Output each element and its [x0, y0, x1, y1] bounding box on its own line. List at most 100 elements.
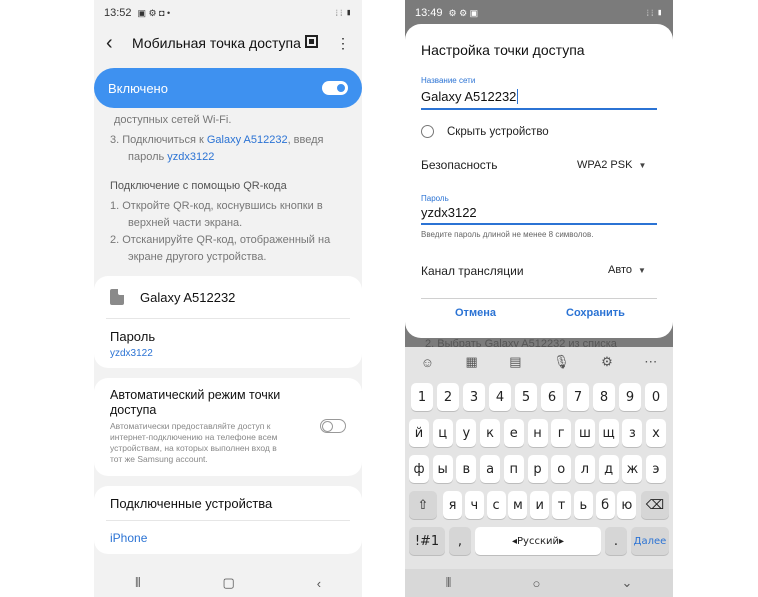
key-с[interactable]: с [486, 491, 506, 519]
key-ц[interactable]: ц [432, 419, 453, 447]
hide-keyboard-icon[interactable]: ⌄ [621, 575, 632, 591]
qr-instruction-step-1: 1. Откройте QR-код, коснувшись кнопки в … [110, 200, 323, 229]
home-icon[interactable]: ▢ [223, 575, 235, 591]
recents-icon[interactable]: ⦀ [135, 575, 141, 591]
space-key[interactable]: ◂ Русский ▸ [475, 527, 601, 555]
instruction-cut-line: доступных сетей Wi-Fi. [114, 114, 232, 126]
status-time: 13:52 [104, 7, 132, 19]
network-card[interactable]: Galaxy A512232 Пароль yzdx3122 [94, 276, 362, 368]
key-5[interactable]: 5 [515, 383, 537, 411]
key-б[interactable]: б [595, 491, 615, 519]
key-и[interactable]: и [530, 491, 550, 519]
auto-hotspot-text: Автоматический режим точки доступа Автом… [110, 388, 310, 465]
instruction-step-3: 3. Подключиться к Galaxy A512232, введя … [110, 134, 324, 163]
status-notification-icons: ▣ ⚙ ◘ • [137, 7, 171, 18]
key-ы[interactable]: ы [432, 455, 453, 483]
hide-device-radio[interactable] [421, 125, 434, 138]
key-8[interactable]: 8 [593, 383, 615, 411]
clipboard-icon[interactable]: ▤ [509, 354, 521, 370]
sticker-icon[interactable]: ▦ [466, 354, 478, 370]
key-л[interactable]: л [574, 455, 595, 483]
key-а[interactable]: а [480, 455, 501, 483]
emoji-icon[interactable]: ☺ [421, 355, 434, 370]
key-щ[interactable]: щ [598, 419, 619, 447]
key-п[interactable]: п [503, 455, 524, 483]
more-icon[interactable]: ⋯ [644, 354, 657, 370]
key-р[interactable]: р [527, 455, 548, 483]
backspace-key[interactable]: ⌫ [641, 491, 669, 519]
key-ь[interactable]: ь [573, 491, 593, 519]
home-icon[interactable]: ○ [532, 576, 540, 591]
dropdown-arrow-icon: ▼ [637, 266, 646, 275]
security-dropdown[interactable]: WPA2 PSK ▼ [577, 159, 646, 171]
password-value: yzdx3122 [110, 348, 153, 359]
buttons-divider [421, 298, 657, 299]
dropdown-arrow-icon: ▼ [638, 161, 647, 170]
shift-key[interactable]: ⇧ [409, 491, 437, 519]
key-в[interactable]: в [456, 455, 477, 483]
divider [106, 520, 350, 521]
connected-devices-card[interactable]: Подключенные устройства iPhone [94, 486, 362, 554]
network-name-input[interactable]: Galaxy A512232 [421, 89, 519, 104]
channel-label: Канал трансляции [421, 264, 524, 278]
key-ю[interactable]: ю [617, 491, 637, 519]
screenshot-stage: 13:52 ▣ ⚙ ◘ • ⦙ ⦙ ▮ ‹ Мобильная точка до… [0, 0, 758, 597]
network-name-underline [421, 108, 657, 110]
key-я[interactable]: я [443, 491, 462, 519]
back-arrow-icon[interactable]: ‹ [106, 32, 128, 55]
network-name-row[interactable]: Galaxy A512232 [94, 276, 362, 318]
key-з[interactable]: з [622, 419, 643, 447]
key-ш[interactable]: ш [574, 419, 595, 447]
network-name: Galaxy A512232 [140, 289, 236, 305]
key-е[interactable]: е [503, 419, 524, 447]
auto-hotspot-card[interactable]: Автоматический режим точки доступа Автом… [94, 378, 362, 476]
key-3[interactable]: 3 [463, 383, 485, 411]
microphone-icon[interactable]: 🎙 [553, 354, 570, 370]
recents-icon[interactable]: ⦀ [446, 575, 452, 591]
key-х[interactable]: х [646, 419, 666, 447]
settings-gear-icon[interactable]: ⚙ [601, 354, 613, 370]
key-6[interactable]: 6 [541, 383, 563, 411]
key-1[interactable]: 1 [411, 383, 433, 411]
period-key[interactable]: . [605, 527, 627, 555]
password-input[interactable]: yzdx3122 [421, 205, 477, 220]
qr-code-icon[interactable] [305, 34, 318, 48]
status-signal-battery-icons: ⦙ ⦙ ▮ [646, 7, 663, 18]
key-2[interactable]: 2 [437, 383, 459, 411]
toggle-on-icon[interactable] [322, 81, 348, 95]
key-9[interactable]: 9 [619, 383, 641, 411]
key-т[interactable]: т [552, 491, 571, 519]
status-notification-icons: ⚙ ⚙ ▣ [448, 7, 479, 18]
hotspot-master-switch[interactable]: Включено [94, 68, 362, 108]
hide-device-label: Скрыть устройство [447, 126, 549, 138]
key-к[interactable]: к [480, 419, 501, 447]
key-м[interactable]: м [508, 491, 528, 519]
key-ч[interactable]: ч [464, 491, 484, 519]
connected-device-item[interactable]: iPhone [110, 531, 147, 545]
more-options-icon[interactable]: ⋮ [336, 35, 350, 52]
symbols-key[interactable]: !#1 [409, 527, 445, 555]
save-button[interactable]: Сохранить [566, 307, 625, 319]
cancel-button[interactable]: Отмена [455, 307, 496, 319]
key-ж[interactable]: ж [622, 455, 643, 483]
key-о[interactable]: о [551, 455, 572, 483]
text-cursor [517, 89, 519, 104]
key-у[interactable]: у [456, 419, 477, 447]
comma-key[interactable]: , [449, 527, 471, 555]
key-7[interactable]: 7 [567, 383, 589, 411]
back-icon[interactable]: ‹ [317, 576, 321, 591]
auto-hotspot-toggle[interactable] [320, 419, 346, 433]
key-ф[interactable]: ф [409, 455, 429, 483]
next-key[interactable]: Далее [631, 527, 669, 555]
password-row[interactable]: Пароль yzdx3122 [94, 319, 362, 359]
key-д[interactable]: д [598, 455, 619, 483]
key-г[interactable]: г [551, 419, 572, 447]
key-й[interactable]: й [409, 419, 429, 447]
hotspot-config-dialog: Настройка точки доступа Название сети Ga… [405, 24, 673, 338]
system-nav-bar: ⦀ ▢ ‹ [94, 569, 362, 597]
key-н[interactable]: н [527, 419, 548, 447]
key-4[interactable]: 4 [489, 383, 511, 411]
key-э[interactable]: э [646, 455, 666, 483]
channel-dropdown[interactable]: Авто ▼ [608, 264, 646, 276]
key-0[interactable]: 0 [645, 383, 667, 411]
